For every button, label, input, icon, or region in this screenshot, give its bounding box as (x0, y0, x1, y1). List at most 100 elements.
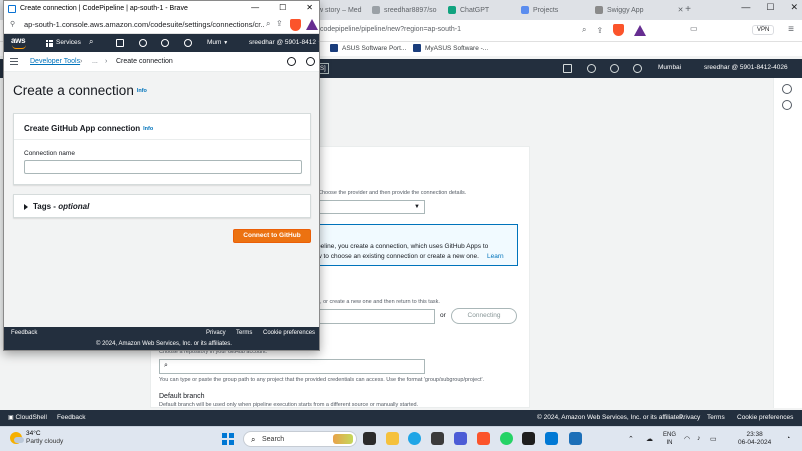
search-icon[interactable]: ⌕ (266, 19, 270, 29)
hamburger-menu-icon[interactable] (10, 58, 18, 65)
minimize-icon[interactable]: — (251, 3, 259, 12)
battery-icon[interactable]: ▭ (710, 435, 717, 443)
maximize-icon[interactable]: ☐ (766, 2, 774, 13)
brave-taskbar-icon[interactable] (477, 432, 490, 445)
history-icon[interactable] (782, 100, 792, 110)
cloudshell-icon[interactable] (563, 64, 572, 73)
search-icon[interactable]: ⌕ (582, 25, 586, 35)
feedback-link[interactable]: Feedback (57, 414, 86, 421)
info-text-line-2: w to choose an existing connection or cr… (317, 253, 479, 260)
bookmark-asus-portal[interactable]: ASUS Software Port... (330, 44, 406, 52)
connecting-button[interactable]: Connecting (451, 308, 517, 324)
settings-icon[interactable] (184, 39, 192, 47)
account-menu[interactable]: sreedhar @ 5901-8412-4026 (704, 64, 788, 71)
privacy-link[interactable]: Privacy (679, 414, 700, 421)
cloudshell-icon[interactable] (116, 39, 124, 47)
edge-icon[interactable] (408, 432, 421, 445)
info-panel-icon[interactable] (782, 84, 792, 94)
breadcrumb-developer-tools[interactable]: Developer Tools (30, 58, 80, 65)
clock[interactable]: 23:38 06-04-2024 (738, 431, 771, 447)
taskbar-search[interactable]: ⌕ Search (243, 431, 357, 447)
brave-shields-icon[interactable] (290, 19, 301, 31)
new-tab-button[interactable]: + (682, 3, 694, 17)
section-title: Create GitHub App connection Info (24, 124, 153, 133)
privacy-link[interactable]: Privacy (206, 330, 226, 336)
notifications-icon[interactable] (139, 39, 147, 47)
file-explorer-icon[interactable] (386, 432, 399, 445)
app-icon[interactable] (454, 432, 467, 445)
help-icon[interactable] (161, 39, 169, 47)
info-link[interactable]: Info (137, 88, 147, 94)
tab-chatgpt[interactable]: ChatGPT (448, 3, 489, 17)
vscode-icon[interactable] (545, 432, 558, 445)
history-icon[interactable] (306, 57, 315, 66)
connect-to-github-button[interactable]: Connect to GitHub (233, 229, 311, 243)
settings-icon[interactable] (633, 64, 642, 73)
repository-input[interactable]: ⌕ (159, 359, 425, 374)
terms-link[interactable]: Terms (707, 414, 725, 421)
help-icon[interactable] (610, 64, 619, 73)
app-icon[interactable] (569, 432, 582, 445)
asus-icon (330, 44, 338, 52)
share-icon[interactable]: ⇪ (276, 19, 283, 28)
tags-expandable-section[interactable]: Tags - optional (13, 194, 311, 218)
cookie-preferences-link[interactable]: Cookie preferences (263, 330, 315, 336)
whatsapp-icon[interactable] (500, 432, 513, 445)
tab-github[interactable]: sreedhar8897/so (372, 3, 437, 17)
weather-widget[interactable]: 34°C Partly cloudy (10, 430, 63, 446)
terms-link[interactable]: Terms (236, 330, 252, 336)
tray-overflow-icon[interactable]: ⌃ (628, 435, 634, 443)
search-icon: ⌕ (251, 435, 256, 444)
tab-projects[interactable]: Projects (521, 3, 558, 17)
vpn-button[interactable]: VPN (752, 25, 775, 35)
info-panel-icon[interactable] (287, 57, 296, 66)
aws-logo[interactable]: aws (11, 36, 29, 45)
store-icon[interactable] (431, 432, 444, 445)
brave-rewards-icon[interactable] (306, 19, 318, 30)
temperature: 34°C (26, 430, 41, 437)
learn-more-link[interactable]: Learn (487, 253, 504, 260)
notifications-icon[interactable] (587, 64, 596, 73)
share-icon[interactable]: ⇪ (596, 26, 603, 35)
language-indicator[interactable]: ENG IN (663, 431, 676, 447)
background-url[interactable]: /codepipeline/pipeline/new?region=ap-sou… (318, 26, 461, 33)
minimize-icon[interactable]: — (741, 2, 750, 13)
site-info-icon[interactable]: ⚲ (10, 20, 15, 28)
provider-select[interactable]: ▼ (318, 200, 425, 214)
speaker-icon[interactable]: ♪ (697, 435, 701, 442)
brave-shields-icon[interactable] (613, 24, 625, 36)
services-menu[interactable]: Services (56, 39, 81, 46)
region-selector[interactable]: Mum ▼ (207, 39, 228, 46)
info-link[interactable]: Info (143, 126, 153, 132)
tab-label: Swiggy App (607, 6, 644, 14)
task-view-icon[interactable] (363, 432, 376, 445)
cloud-icon[interactable]: ☁ (646, 435, 653, 443)
brave-rewards-icon[interactable] (634, 24, 647, 36)
feedback-link[interactable]: Feedback (11, 330, 37, 336)
cloudshell-link[interactable]: ▣ CloudShell (8, 414, 47, 421)
close-icon[interactable]: ✕ (306, 3, 313, 12)
connection-name-input[interactable] (24, 160, 302, 174)
connection-search-input[interactable] (318, 309, 435, 324)
search-icon[interactable]: ⌕ (89, 37, 93, 47)
tab-swiggy[interactable]: Swiggy App ✕ (595, 3, 683, 17)
region-selector[interactable]: Mumbai (658, 64, 681, 71)
maximize-icon[interactable]: ☐ (279, 3, 286, 12)
terminal-icon[interactable] (522, 432, 535, 445)
sidebar-toggle-icon[interactable]: ▭ (690, 24, 698, 33)
services-grid-icon[interactable] (46, 40, 53, 47)
breadcrumb-ellipsis[interactable]: ... (92, 58, 98, 65)
account-menu[interactable]: sreedhar @ 5901-8412 ▼ (249, 39, 319, 46)
cookie-preferences-link[interactable]: Cookie preferences (737, 414, 793, 421)
time: 23:38 (746, 431, 763, 438)
start-button[interactable] (222, 433, 234, 445)
notification-bell-icon[interactable]: ◔ (786, 435, 790, 442)
caret-down-icon: ▼ (223, 40, 229, 46)
browser-menu-icon[interactable]: ≡ (788, 24, 794, 35)
popup-url[interactable]: ap-south-1.console.aws.amazon.com/codesu… (24, 20, 264, 29)
chatgpt-icon (448, 6, 456, 14)
wifi-icon[interactable]: ◠ (684, 435, 690, 443)
close-icon[interactable]: ✕ (790, 2, 798, 13)
tab-medium-story[interactable]: w story – Med (318, 3, 362, 17)
bookmark-myasus[interactable]: MyASUS Software -... (413, 44, 488, 52)
